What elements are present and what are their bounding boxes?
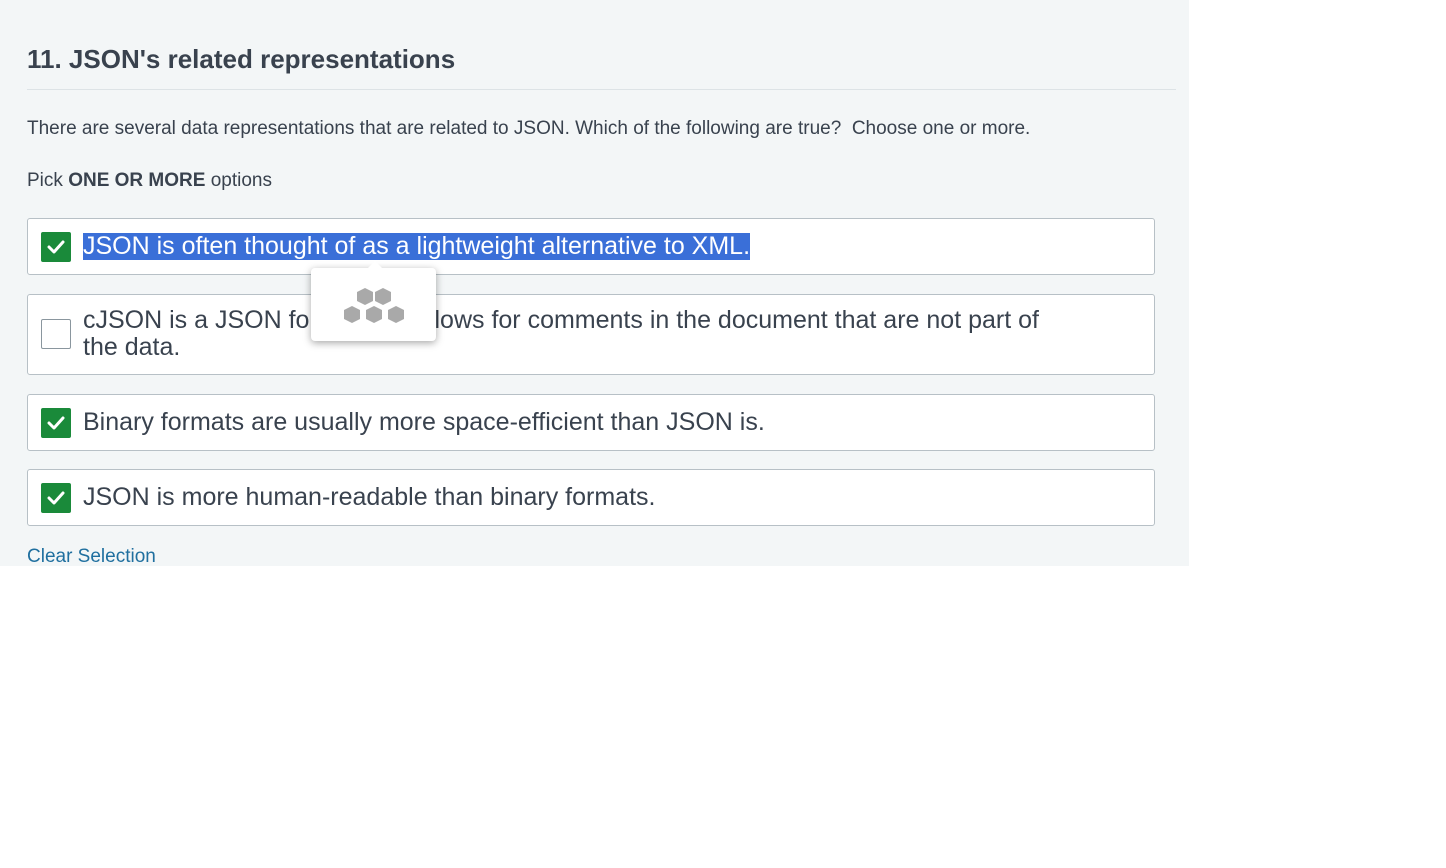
popup-arrow [367,261,383,269]
hexagon-cluster-icon [344,288,404,323]
clear-selection-link[interactable]: Clear Selection [27,545,156,569]
option-2-label: cJSON is a JSON format that allows for c… [83,306,1039,361]
question-prompt: There are several data representations t… [27,118,1031,139]
checkmark-icon [47,491,65,505]
checkbox-checked-icon[interactable] [41,408,71,438]
pick-suffix: options [205,170,272,191]
selection-popup[interactable] [311,261,436,341]
pick-emphasis: ONE OR MORE [68,170,206,191]
option-1-label: JSON is often thought of as a lightweigh… [83,232,751,260]
checkbox-checked-icon[interactable] [41,483,71,513]
checkbox-unchecked-icon[interactable] [41,319,71,349]
checkmark-icon [47,240,65,254]
option-3-label: Binary formats are usually more space-ef… [83,408,765,436]
title-divider [27,89,1176,90]
option-3[interactable]: Binary formats are usually more space-ef… [27,394,1155,451]
option-2[interactable]: cJSON is a JSON format that allows for c… [27,294,1155,375]
pick-prefix: Pick [27,170,69,191]
question-panel: 11. JSON's related representations There… [0,0,1189,569]
option-4-label: JSON is more human-readable than binary … [83,483,656,511]
option-1[interactable]: JSON is often thought of as a lightweigh… [27,218,1155,275]
checkmark-icon [47,416,65,430]
question-title: 11. JSON's related representations [27,44,456,74]
option-4[interactable]: JSON is more human-readable than binary … [27,469,1155,526]
pick-instruction: Pick ONE OR MORE options [27,169,272,193]
checkbox-checked-icon[interactable] [41,232,71,262]
